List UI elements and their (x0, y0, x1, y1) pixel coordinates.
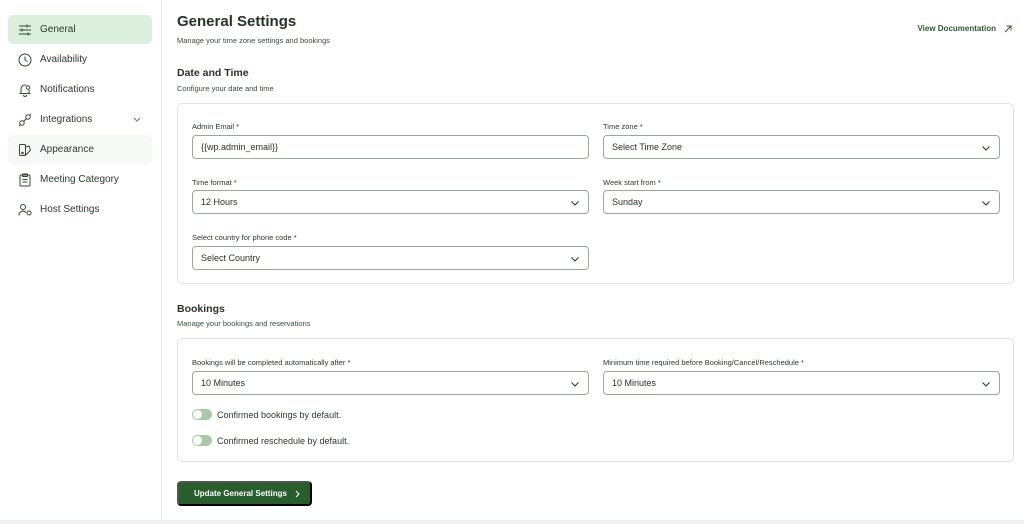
min-time-value: 10 Minutes (612, 378, 657, 388)
doc-link-label: View Documentation (917, 24, 996, 33)
confirmed-bookings-toggle-row[interactable]: Confirmed bookings by default. (192, 409, 341, 420)
page-subtitle: Manage your time zone settings and booki… (177, 36, 331, 45)
time-zone-value: Select Time Zone (612, 142, 683, 152)
chevron-down-icon (982, 201, 990, 206)
confirmed-reschedule-label: Confirmed reschedule by default. (217, 435, 350, 446)
chevron-down-icon (571, 201, 579, 206)
bell-icon (18, 83, 32, 97)
chevron-down-icon (571, 382, 579, 387)
bookings-card: Bookings will be completed automatically… (177, 338, 1014, 462)
sidebar-item-general[interactable]: General (8, 15, 152, 44)
clock-icon (18, 53, 32, 67)
clipboard-icon (18, 173, 32, 187)
chevron-down-icon[interactable] (132, 114, 142, 124)
plug-icon (18, 113, 32, 127)
min-time-select[interactable]: 10 Minutes (603, 371, 1000, 395)
country-select[interactable]: Select Country (192, 246, 589, 270)
admin-email-field[interactable]: {{wp.admin_email}} (192, 135, 589, 159)
time-zone-select[interactable]: Select Time Zone (603, 135, 1000, 159)
user-settings-icon (18, 203, 32, 217)
date-time-section-subtitle: Configure your date and time (177, 84, 274, 93)
confirmed-reschedule-toggle-row[interactable]: Confirmed reschedule by default. (192, 435, 349, 446)
bottom-bar (0, 520, 1024, 524)
time-zone-label: Time zone * (603, 122, 643, 131)
palette-icon (18, 143, 32, 157)
admin-email-value: {{wp.admin_email}} (201, 142, 279, 152)
time-format-label: Time format * (192, 178, 237, 187)
time-format-select[interactable]: 12 Hours (192, 190, 589, 214)
external-link-icon (1004, 25, 1012, 32)
toggle-knob (193, 410, 202, 419)
chevron-right-icon (295, 490, 300, 497)
week-start-select[interactable]: Sunday (603, 190, 1000, 214)
confirmed-bookings-toggle[interactable] (192, 409, 212, 420)
sidebar: General Availability Notifications Integ… (0, 0, 162, 520)
submit-label: Update General Settings (194, 489, 287, 498)
sidebar-item-meeting-category[interactable]: Meeting Category (8, 165, 152, 194)
sidebar-item-label: Availability (40, 54, 88, 65)
confirmed-bookings-label: Confirmed bookings by default. (217, 409, 342, 420)
auto-complete-select[interactable]: 10 Minutes (192, 371, 589, 395)
admin-email-label: Admin Email * (192, 122, 240, 131)
auto-complete-value: 10 Minutes (201, 378, 246, 388)
update-general-settings-button[interactable]: Update General Settings (177, 481, 312, 506)
date-time-section-title: Date and Time (177, 67, 249, 79)
confirmed-reschedule-toggle[interactable] (192, 435, 212, 446)
week-start-label: Week start from * (603, 178, 661, 187)
sidebar-item-integrations[interactable]: Integrations (8, 105, 152, 134)
sidebar-item-label: Integrations (40, 114, 93, 125)
sidebar-item-label: Notifications (40, 84, 95, 95)
view-documentation-link[interactable]: View Documentation (917, 24, 1012, 33)
page-title: General Settings (177, 13, 297, 30)
sidebar-item-label: Meeting Category (40, 174, 119, 185)
sidebar-item-label: Host Settings (40, 204, 100, 215)
chevron-down-icon (982, 146, 990, 151)
auto-complete-label: Bookings will be completed automatically… (192, 358, 351, 367)
sidebar-item-host-settings[interactable]: Host Settings (8, 195, 152, 224)
sliders-icon (18, 23, 32, 37)
bookings-section-subtitle: Manage your bookings and reservations (177, 319, 311, 328)
sidebar-item-notifications[interactable]: Notifications (8, 75, 152, 104)
min-time-label: Minimum time required before Booking/Can… (603, 358, 804, 367)
time-format-value: 12 Hours (201, 197, 238, 207)
sidebar-item-appearance[interactable]: Appearance (8, 135, 152, 164)
date-time-card: Admin Email * {{wp.admin_email}} Time zo… (177, 103, 1014, 284)
sidebar-item-label: General (40, 24, 76, 35)
bookings-section-title: Bookings (177, 303, 225, 315)
toggle-knob (193, 436, 202, 445)
country-value: Select Country (201, 253, 261, 263)
sidebar-item-availability[interactable]: Availability (8, 45, 152, 74)
chevron-down-icon (571, 257, 579, 262)
sidebar-item-label: Appearance (40, 144, 94, 155)
week-start-value: Sunday (612, 197, 643, 207)
chevron-down-icon (982, 382, 990, 387)
country-label: Select country for phone code * (192, 233, 297, 242)
